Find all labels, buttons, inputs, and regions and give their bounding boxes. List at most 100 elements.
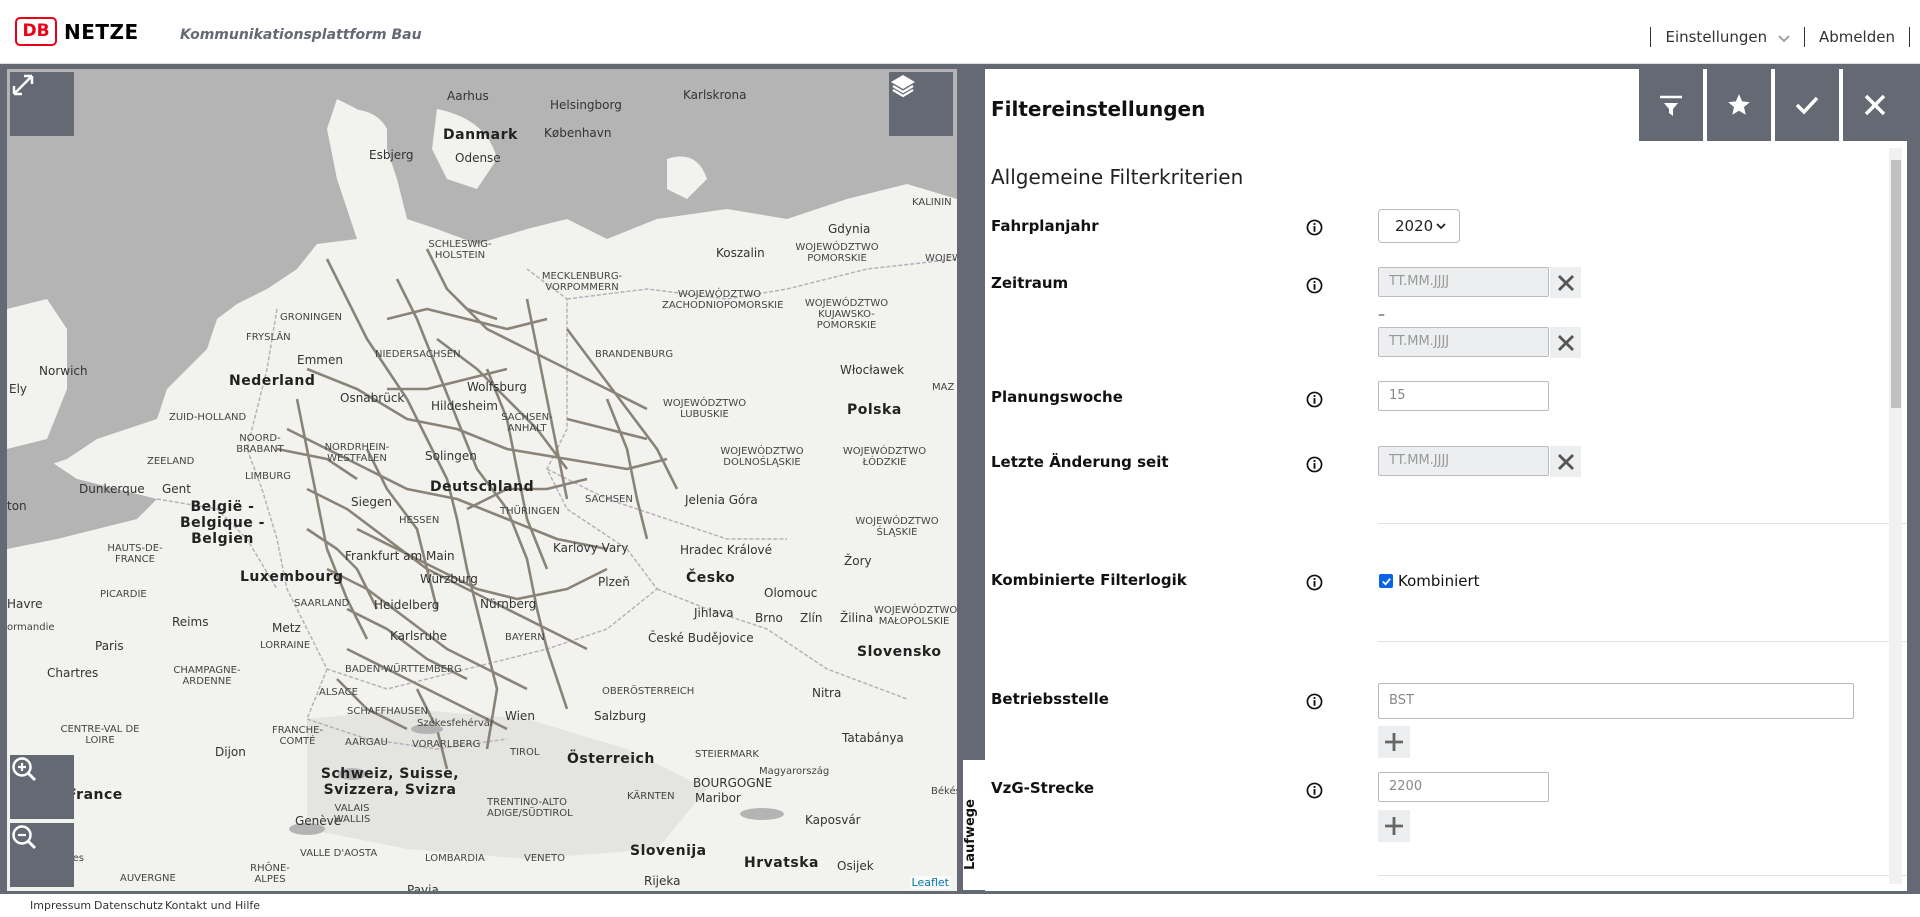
zoom-in-button[interactable] bbox=[10, 755, 74, 819]
section-title: Allgemeine Filterkriterien bbox=[991, 165, 1244, 189]
map-label: SACHSEN-ANHALT bbox=[501, 412, 553, 434]
map-label: VENETO bbox=[524, 853, 565, 864]
panel-title: Filtereinstellungen bbox=[991, 97, 1206, 121]
map-label: WOJEWÓDZTWO WARMIŃSKO bbox=[925, 253, 957, 264]
map-label: AARGAU bbox=[345, 737, 388, 748]
map-label: Nederland bbox=[229, 373, 316, 389]
info-icon[interactable] bbox=[1306, 782, 1323, 799]
map-label: Olomouc bbox=[764, 586, 818, 600]
add-vzg-strecke-button[interactable] bbox=[1378, 810, 1410, 842]
map-label: Reims bbox=[172, 615, 209, 629]
map-label: Žory bbox=[844, 554, 872, 568]
layers-button[interactable] bbox=[889, 72, 953, 136]
section-divider bbox=[1378, 641, 1907, 642]
map-label: Karlsruhe bbox=[390, 629, 448, 643]
check-icon bbox=[1381, 577, 1391, 586]
map-label: Ely bbox=[9, 382, 28, 396]
kombiniert-checkbox[interactable] bbox=[1379, 574, 1393, 588]
map-label: Luxembourg bbox=[240, 569, 344, 585]
settings-menu[interactable]: Einstellungen bbox=[1665, 28, 1790, 46]
map-label: Osijek bbox=[837, 859, 874, 873]
clear-zeitraum-from-button[interactable] bbox=[1550, 267, 1581, 298]
map-label: VORARLBERG bbox=[412, 739, 481, 750]
map-label: MECKLENBURG-VORPOMMERN bbox=[541, 271, 623, 293]
vzg-strecke-input[interactable]: 2200 bbox=[1378, 772, 1549, 802]
map-label: WOJEWÓDZTWO LUBUSKIE bbox=[662, 398, 747, 420]
map-label: SACHSEN bbox=[585, 494, 633, 505]
zeitraum-to-input[interactable]: TT.MM.JJJJ bbox=[1378, 327, 1549, 357]
planungswoche-input[interactable]: 15 bbox=[1378, 381, 1549, 411]
map-label: Solingen bbox=[425, 449, 477, 463]
map-label: WOJEWÓDZTWO DOLNOŚLĄSKIE bbox=[720, 446, 804, 468]
filter-button[interactable] bbox=[1639, 69, 1703, 141]
nav-divider bbox=[1803, 27, 1805, 47]
zeitraum-label: Zeitraum bbox=[991, 274, 1069, 292]
kontakt-link[interactable]: Kontakt und Hilfe bbox=[165, 899, 260, 912]
star-icon bbox=[1728, 94, 1750, 115]
section-divider bbox=[1378, 875, 1907, 876]
nav-divider bbox=[1650, 27, 1652, 47]
clear-zeitraum-to-button[interactable] bbox=[1550, 327, 1581, 358]
map-label: České Budějovice bbox=[648, 631, 754, 645]
zoom-out-button[interactable] bbox=[10, 823, 74, 887]
betriebsstelle-input[interactable]: BST bbox=[1378, 683, 1854, 719]
fahrplanjahr-select[interactable]: 2020 bbox=[1378, 209, 1460, 243]
close-icon bbox=[1557, 274, 1574, 291]
map-label: Karlovy Vary bbox=[553, 541, 629, 555]
info-icon[interactable] bbox=[1306, 456, 1323, 473]
map-label: Helsingborg bbox=[550, 98, 622, 112]
fullscreen-button[interactable] bbox=[10, 72, 74, 136]
map-label: BAYERN bbox=[505, 632, 545, 643]
map-label: Gent bbox=[162, 482, 191, 496]
map-label: WOJEWÓDZTWO POMORSKIE bbox=[795, 242, 879, 264]
map-label: Polska bbox=[847, 402, 902, 418]
footer: Impressum Datenschutz Kontakt und Hilfe bbox=[0, 894, 1920, 917]
map-label: Jelenia Góra bbox=[685, 493, 758, 507]
logout-link[interactable]: Abmelden bbox=[1819, 28, 1895, 46]
map-label: BADEN-WÜRTTEMBERG bbox=[345, 664, 462, 675]
info-icon[interactable] bbox=[1306, 277, 1323, 294]
chevron-down-icon bbox=[1436, 223, 1446, 230]
map-label: Česko bbox=[686, 570, 736, 586]
map-label: België - Belgique - Belgien bbox=[180, 499, 265, 547]
info-icon[interactable] bbox=[1306, 693, 1323, 710]
zeitraum-from-input[interactable]: TT.MM.JJJJ bbox=[1378, 267, 1549, 297]
planungswoche-label: Planungswoche bbox=[991, 388, 1123, 406]
map-view[interactable]: Aarhus Helsingborg Karlskrona Danmark Kø… bbox=[7, 69, 957, 891]
filter-panel: Filtereinstellungen Allgemeine Filterkri… bbox=[985, 69, 1907, 891]
close-button[interactable] bbox=[1843, 69, 1907, 141]
leaflet-attribution-link[interactable]: Leaflet bbox=[909, 876, 951, 889]
map-label: Wolfsburg bbox=[467, 380, 527, 394]
map-label: Włocławek bbox=[840, 363, 905, 377]
map-label: SCHAFFHAUSEN bbox=[347, 706, 429, 717]
favorite-button[interactable] bbox=[1707, 69, 1771, 141]
map-label: Tatabánya bbox=[842, 731, 904, 745]
map-label: RHÔNE-ALPES bbox=[250, 863, 290, 885]
map-label: Heidelberg bbox=[374, 598, 440, 612]
panel-scrollbar-thumb[interactable] bbox=[1891, 160, 1901, 408]
info-icon[interactable] bbox=[1306, 391, 1323, 408]
map-label: HESSEN bbox=[399, 515, 440, 526]
map-label: WOJEWÓDZTWO ZACHODNIOPOMORSKIE bbox=[662, 289, 784, 311]
zeitraum-separator: – bbox=[1378, 307, 1385, 323]
apply-button[interactable] bbox=[1775, 69, 1839, 141]
db-logo[interactable]: DB bbox=[15, 17, 57, 46]
map-label: SAARLAND bbox=[294, 598, 350, 609]
datenschutz-link[interactable]: Datenschutz bbox=[94, 899, 163, 912]
chevron-down-icon bbox=[1778, 34, 1790, 42]
info-icon[interactable] bbox=[1306, 574, 1323, 591]
betriebsstelle-label: Betriebsstelle bbox=[991, 690, 1109, 708]
map-label: KÄRNTEN bbox=[627, 791, 675, 802]
letzte-aenderung-input[interactable]: TT.MM.JJJJ bbox=[1378, 446, 1549, 476]
map-label: SCHLESWIG-HOLSTEIN bbox=[428, 239, 492, 261]
map-label: France bbox=[67, 787, 123, 803]
clear-letzte-aenderung-button[interactable] bbox=[1550, 446, 1581, 477]
map-label: Nitra bbox=[812, 686, 842, 700]
info-icon[interactable] bbox=[1306, 219, 1323, 236]
header: DB NETZE Kommunikationsplattform Bau Ein… bbox=[0, 0, 1920, 64]
kombiniert-checkbox-label[interactable]: Kombiniert bbox=[1398, 572, 1480, 590]
map-label: Dijon bbox=[215, 745, 246, 759]
impressum-link[interactable]: Impressum bbox=[30, 899, 91, 912]
map-label: Hrvatska bbox=[744, 855, 819, 871]
add-betriebsstelle-button[interactable] bbox=[1378, 726, 1410, 758]
